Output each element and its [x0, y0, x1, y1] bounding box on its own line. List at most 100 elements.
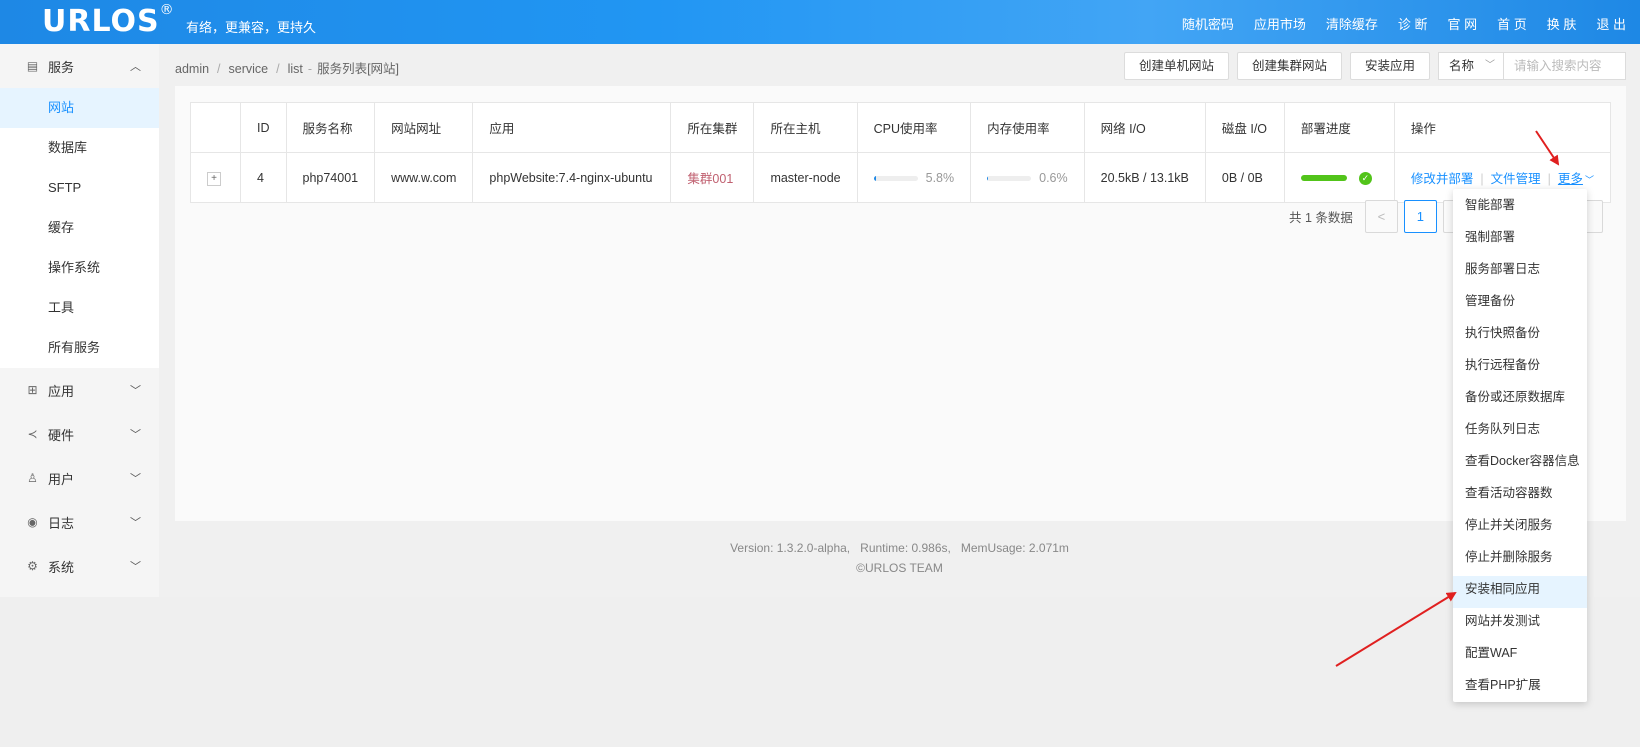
cpu-usage-text: 5.8% — [925, 170, 955, 185]
cell-net-io: 20.5kB / 13.1kB — [1083, 152, 1206, 203]
deploy-progress-bar — [1300, 175, 1347, 182]
chevron-down-icon: ﹀ — [1584, 175, 1594, 185]
nav-home[interactable]: 首 页 — [1497, 14, 1527, 33]
logo-text: URLOS — [42, 4, 160, 39]
chevron-up-icon: ︿ — [130, 61, 141, 73]
sidebar-group-system[interactable]: ⚙ 系统 ﹀ — [0, 544, 159, 588]
breadcrumb-admin[interactable]: admin — [175, 62, 209, 76]
service-icon: ▤ — [26, 58, 39, 73]
annotation-arrow-install — [1335, 591, 1457, 667]
table-header-row: ID 服务名称 网站网址 应用 所在集群 所在主机 CPU使用率 内存使用率 网… — [190, 102, 1611, 153]
column-header-mem: 内存使用率 — [970, 102, 1085, 153]
logo[interactable]: URLOS® — [42, 2, 175, 39]
nav-app-market[interactable]: 应用市场 — [1254, 14, 1306, 33]
cluster-link[interactable]: 集群001 — [687, 172, 733, 186]
search-field-select[interactable]: 名称 ﹀ — [1438, 52, 1504, 80]
pagination-prev-button[interactable]: < — [1364, 200, 1398, 233]
column-header-net-io: 网络 I/O — [1083, 102, 1206, 153]
sidebar-submenu-service: 网站 数据库 SFTP 缓存 操作系统 工具 所有服务 — [0, 88, 159, 368]
menu-item-snapshot-backup[interactable]: 执行快照备份 — [1453, 320, 1587, 352]
sidebar-group-service[interactable]: ▤ 服务 ︿ — [0, 44, 159, 88]
more-actions-link[interactable]: 更多 ﹀ — [1558, 172, 1594, 186]
user-icon: ♙ — [27, 470, 38, 485]
sidebar-group-logs[interactable]: ◉ 日志 ﹀ — [0, 500, 159, 544]
sidebar-group-label: 服务 — [48, 59, 75, 75]
menu-item-force-deploy[interactable]: 强制部署 — [1453, 224, 1587, 256]
sidebar-item-os[interactable]: 操作系统 — [0, 248, 159, 288]
sidebar-group-label: 用户 — [48, 471, 75, 487]
cell-disk-io: 0B / 0B — [1204, 152, 1285, 203]
main-content: admin / service / list - 服务列表[网站] 创建单机网站 创建集群网… — [159, 44, 1640, 597]
breadcrumb-dash: - — [307, 62, 313, 76]
sidebar-item-database[interactable]: 数据库 — [0, 128, 159, 168]
nav-logout[interactable]: 退 出 — [1596, 14, 1626, 33]
search-input[interactable] — [1504, 52, 1626, 80]
chevron-down-icon: ﹀ — [130, 473, 141, 485]
sidebar-group-label: 应用 — [48, 383, 75, 399]
nav-diagnose[interactable]: 诊 断 — [1398, 14, 1428, 33]
toolbar: 创建单机网站 创建集群网站 安装应用 名称 ﹀ — [1116, 52, 1626, 80]
service-table: ID 服务名称 网站网址 应用 所在集群 所在主机 CPU使用率 内存使用率 网… — [190, 102, 1611, 203]
column-header-url: 网站网址 — [374, 102, 474, 153]
menu-item-manage-backup[interactable]: 管理备份 — [1453, 288, 1587, 320]
action-separator: | — [1480, 172, 1484, 186]
sidebar-item-sftp[interactable]: SFTP — [0, 168, 159, 208]
breadcrumb-service[interactable]: service — [229, 62, 269, 76]
sidebar-item-website[interactable]: 网站 — [0, 88, 159, 128]
pagination-page-1[interactable]: 1 — [1403, 200, 1437, 233]
top-nav: 随机密码 应用市场 清除缓存 诊 断 官 网 首 页 换 肤 退 出 — [1162, 14, 1626, 33]
column-header-cpu: CPU使用率 — [856, 102, 972, 153]
file-manager-link[interactable]: 文件管理 — [1491, 172, 1541, 186]
menu-item-deploy-log[interactable]: 服务部署日志 — [1453, 256, 1587, 288]
nav-clear-cache[interactable]: 清除缓存 — [1326, 14, 1378, 33]
breadcrumb-separator: / — [217, 62, 221, 76]
slogan: 有络，更兼容，更持久 — [186, 20, 317, 35]
column-header-id: ID — [240, 102, 287, 153]
menu-item-concurrency-test[interactable]: 网站并发测试 — [1453, 608, 1587, 640]
cell-cluster: 集群001 — [670, 152, 755, 203]
menu-item-db-backup-restore[interactable]: 备份或还原数据库 — [1453, 384, 1587, 416]
column-header-name: 服务名称 — [285, 102, 376, 153]
sidebar-group-hardware[interactable]: ≺ 硬件 ﹀ — [0, 412, 159, 456]
column-header-deploy: 部署进度 — [1283, 102, 1395, 153]
footer: Version: 1.3.2.0-alpha, Runtime: 0.986s,… — [159, 538, 1640, 578]
chevron-down-icon: ﹀ — [1485, 60, 1495, 71]
column-header-cluster: 所在集群 — [670, 102, 755, 153]
sidebar-group-apps[interactable]: ⊞ 应用 ﹀ — [0, 368, 159, 412]
menu-item-remote-backup[interactable]: 执行远程备份 — [1453, 352, 1587, 384]
cell-cpu: 5.8% — [856, 152, 972, 203]
breadcrumb: admin / service / list - 服务列表[网站] — [175, 58, 399, 77]
sidebar: ▤ 服务 ︿ 网站 数据库 SFTP 缓存 操作系统 工具 所有服务 ⊞ 应用 … — [0, 44, 159, 597]
create-single-site-button[interactable]: 创建单机网站 — [1123, 52, 1229, 80]
sidebar-group-label: 日志 — [48, 515, 75, 531]
menu-item-php-extensions[interactable]: 查看PHP扩展 — [1453, 672, 1587, 704]
expand-button[interactable]: + — [207, 171, 221, 186]
nav-official-site[interactable]: 官 网 — [1448, 14, 1478, 33]
mem-usage-bar — [987, 175, 1032, 181]
sidebar-item-all-services[interactable]: 所有服务 — [0, 328, 159, 368]
share-nodes-icon: ≺ — [27, 426, 38, 441]
menu-item-docker-info[interactable]: 查看Docker容器信息 — [1453, 448, 1587, 480]
column-header-expand — [190, 102, 241, 153]
install-app-button[interactable]: 安装应用 — [1349, 52, 1430, 80]
cell-app: phpWebsite:7.4-nginx-ubuntu — [472, 152, 672, 203]
menu-item-stop-close[interactable]: 停止并关闭服务 — [1453, 512, 1587, 544]
menu-item-install-same-app[interactable]: 安装相同应用 — [1453, 576, 1587, 608]
menu-item-smart-deploy[interactable]: 智能部署 — [1453, 192, 1587, 224]
nav-random-password[interactable]: 随机密码 — [1182, 14, 1234, 33]
sidebar-item-cache[interactable]: 缓存 — [0, 208, 159, 248]
chevron-down-icon: ﹀ — [130, 561, 141, 573]
action-separator: | — [1547, 172, 1551, 186]
menu-item-stop-delete[interactable]: 停止并删除服务 — [1453, 544, 1587, 576]
create-cluster-site-button[interactable]: 创建集群网站 — [1236, 52, 1342, 80]
nav-skin[interactable]: 换 肤 — [1547, 14, 1577, 33]
menu-item-task-queue-log[interactable]: 任务队列日志 — [1453, 416, 1587, 448]
modify-deploy-link[interactable]: 修改并部署 — [1411, 172, 1474, 186]
cell-expand: + — [190, 152, 241, 203]
sidebar-item-tools[interactable]: 工具 — [0, 288, 159, 328]
menu-item-config-waf[interactable]: 配置WAF — [1453, 640, 1587, 672]
eye-icon: ◉ — [27, 514, 38, 529]
sidebar-group-user[interactable]: ♙ 用户 ﹀ — [0, 456, 159, 500]
menu-item-active-containers[interactable]: 查看活动容器数 — [1453, 480, 1587, 512]
cell-url: www.w.com — [374, 152, 474, 203]
